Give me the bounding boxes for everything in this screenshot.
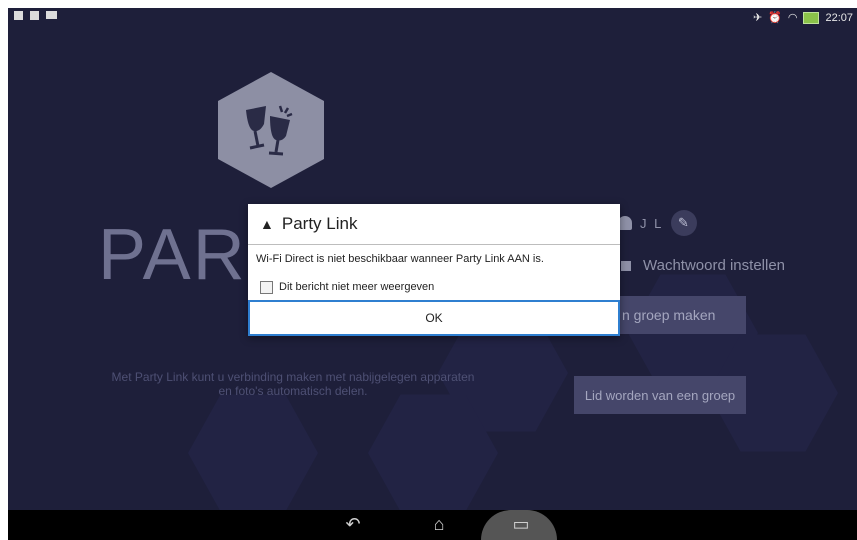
join-group-button[interactable]: Lid worden van een groep xyxy=(574,376,746,414)
user-initials: J L xyxy=(640,215,664,231)
back-button[interactable]: ↶ xyxy=(338,514,368,535)
party-link-dialog: ▲ Party Link Wi-Fi Direct is niet beschi… xyxy=(248,204,620,336)
set-password-label: Wachtwoord instellen xyxy=(643,257,786,274)
user-icon xyxy=(618,216,632,230)
navigation-bar: ↶ ⌂ ▭ xyxy=(8,510,857,540)
recent-apps-button[interactable]: ▭ xyxy=(506,514,536,535)
calendar-icon xyxy=(46,11,57,19)
app-title: PAR xyxy=(98,215,247,295)
password-checkbox[interactable] xyxy=(621,260,631,271)
background-hexagon xyxy=(188,394,318,512)
app-description: Met Party Link kunt u verbinding maken m… xyxy=(68,370,518,398)
silent-icon: ✈ xyxy=(752,12,763,24)
cheers-glasses-icon xyxy=(246,105,293,156)
alarm-icon: ⏰ xyxy=(768,12,782,24)
pencil-icon: ✎ xyxy=(677,215,691,230)
dialog-header: ▲ Party Link xyxy=(248,204,620,245)
create-group-button[interactable]: n groep maken xyxy=(616,296,746,334)
back-icon: ↶ xyxy=(345,514,361,534)
edit-name-button[interactable]: ✎ xyxy=(671,210,698,236)
recent-apps-icon: ▭ xyxy=(512,514,530,534)
notification-icon xyxy=(14,11,23,20)
status-bar: ✈ ⏰ ◠ 22:07 xyxy=(8,8,857,28)
description-line: en foto's automatisch delen. xyxy=(218,384,368,398)
user-name-row: J L ✎ xyxy=(618,210,698,236)
warning-icon: ▲ xyxy=(260,216,274,232)
ok-button[interactable]: OK xyxy=(248,300,620,336)
app-screen: ✈ ⏰ ◠ 22:07 PAR J L ✎ Wachtwoord instell… xyxy=(8,8,857,540)
dont-show-again-row[interactable]: Dit bericht niet meer weergeven xyxy=(248,273,620,295)
set-password-row[interactable]: Wachtwoord instellen xyxy=(621,257,785,274)
dialog-message: Wi-Fi Direct is niet beschikbaar wanneer… xyxy=(256,253,544,265)
home-icon: ⌂ xyxy=(433,514,445,534)
status-time: 22:07 xyxy=(825,11,853,24)
wifi-icon: ◠ xyxy=(787,12,798,24)
description-line: Met Party Link kunt u verbinding maken m… xyxy=(111,370,475,384)
home-button[interactable]: ⌂ xyxy=(424,514,454,535)
dialog-title: Party Link xyxy=(281,214,358,233)
document-icon xyxy=(30,11,39,20)
battery-icon xyxy=(803,11,820,24)
party-link-logo xyxy=(218,72,324,188)
dont-show-again-checkbox[interactable] xyxy=(260,280,273,294)
dont-show-again-label: Dit bericht niet meer weergeven xyxy=(279,281,435,293)
